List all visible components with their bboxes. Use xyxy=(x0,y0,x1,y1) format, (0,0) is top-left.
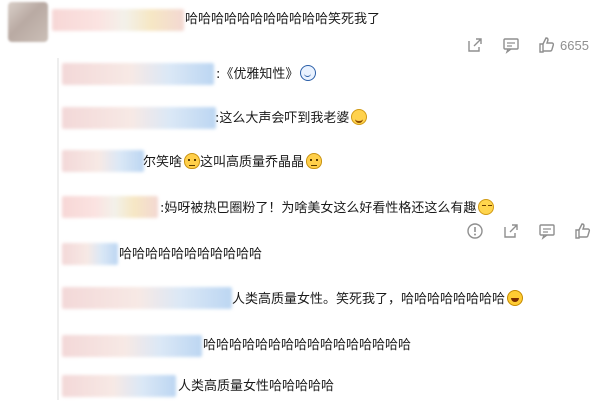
main-comment-text: 哈哈哈哈哈哈哈哈哈哈哈笑死我了 xyxy=(185,12,381,27)
blurred-reply-username xyxy=(62,335,202,357)
thumbs-up-icon xyxy=(575,223,591,239)
cat-icon xyxy=(306,153,323,169)
reply-actions xyxy=(448,222,592,240)
comment-icon xyxy=(539,224,555,240)
blurred-reply-username xyxy=(62,63,214,85)
report-button[interactable] xyxy=(466,222,484,240)
doll-icon xyxy=(300,65,317,81)
reply-row: :这么大声会吓到我老婆 xyxy=(215,109,368,128)
reply-text: 人类高质量女性。笑死我了，哈哈哈哈哈哈哈哈 xyxy=(232,292,506,307)
thumbs-up-icon xyxy=(539,37,555,53)
reply-thread-line xyxy=(57,58,59,400)
blurred-reply-username xyxy=(62,107,216,129)
blurred-reply-username xyxy=(62,287,232,309)
cat-icon xyxy=(184,153,201,169)
share-button[interactable] xyxy=(466,36,484,54)
like-button[interactable] xyxy=(574,222,592,240)
main-comment-actions: 6655 xyxy=(448,36,589,54)
blurred-reply-username xyxy=(62,150,144,172)
reply-text: 人类高质量女性哈哈哈哈哈 xyxy=(178,379,335,394)
reply-text: :妈呀被热巴圈粉了！为啥美女这么好看性格还这么有趣 xyxy=(160,201,477,216)
comment-thread: 哈哈哈哈哈哈哈哈哈哈哈笑死我了 6655 :《优雅知性》 :这么大声会吓到我老婆… xyxy=(0,0,600,405)
reply-row: 人类高质量女性。笑死我了，哈哈哈哈哈哈哈哈 xyxy=(232,290,524,309)
reply-row: 哈哈哈哈哈哈哈哈哈哈哈哈哈哈哈哈 xyxy=(203,337,411,355)
reply-row: :妈呀被热巴圈粉了！为啥美女这么好看性格还这么有趣 xyxy=(160,199,495,218)
blurred-reply-username xyxy=(62,375,176,397)
comment-button[interactable] xyxy=(538,222,556,240)
share-button[interactable] xyxy=(502,222,520,240)
comment-button[interactable] xyxy=(502,36,520,54)
reply-row: 人类高质量女性哈哈哈哈哈 xyxy=(178,378,334,396)
like-button[interactable]: 6655 xyxy=(538,36,589,54)
report-icon xyxy=(467,223,483,239)
wink-icon xyxy=(478,199,495,215)
reply-text: 哈哈哈哈哈哈哈哈哈哈哈 xyxy=(119,247,263,262)
blurred-reply-username xyxy=(62,243,118,265)
laugh-icon xyxy=(507,290,524,306)
comment-icon xyxy=(503,38,519,54)
reply-row: :《优雅知性》 xyxy=(216,65,317,84)
reply-text: :这么大声会吓到我老婆 xyxy=(215,111,350,126)
share-icon xyxy=(468,38,482,52)
reply-text: 这叫高质量乔晶晶 xyxy=(200,155,305,170)
avatar[interactable] xyxy=(8,2,48,42)
reply-row: 尔笑啥 这叫高质量乔晶晶 xyxy=(143,153,323,172)
blurred-username xyxy=(52,9,184,31)
reply-row: 哈哈哈哈哈哈哈哈哈哈哈 xyxy=(119,246,262,264)
reply-text: :《优雅知性》 xyxy=(216,67,299,82)
reply-text: 哈哈哈哈哈哈哈哈哈哈哈哈哈哈哈哈 xyxy=(203,338,412,353)
reply-text: 尔笑啥 xyxy=(143,155,183,170)
like-count: 6655 xyxy=(560,37,589,53)
smile-icon xyxy=(351,109,368,125)
blurred-reply-username xyxy=(62,196,158,218)
share-icon xyxy=(504,224,518,238)
